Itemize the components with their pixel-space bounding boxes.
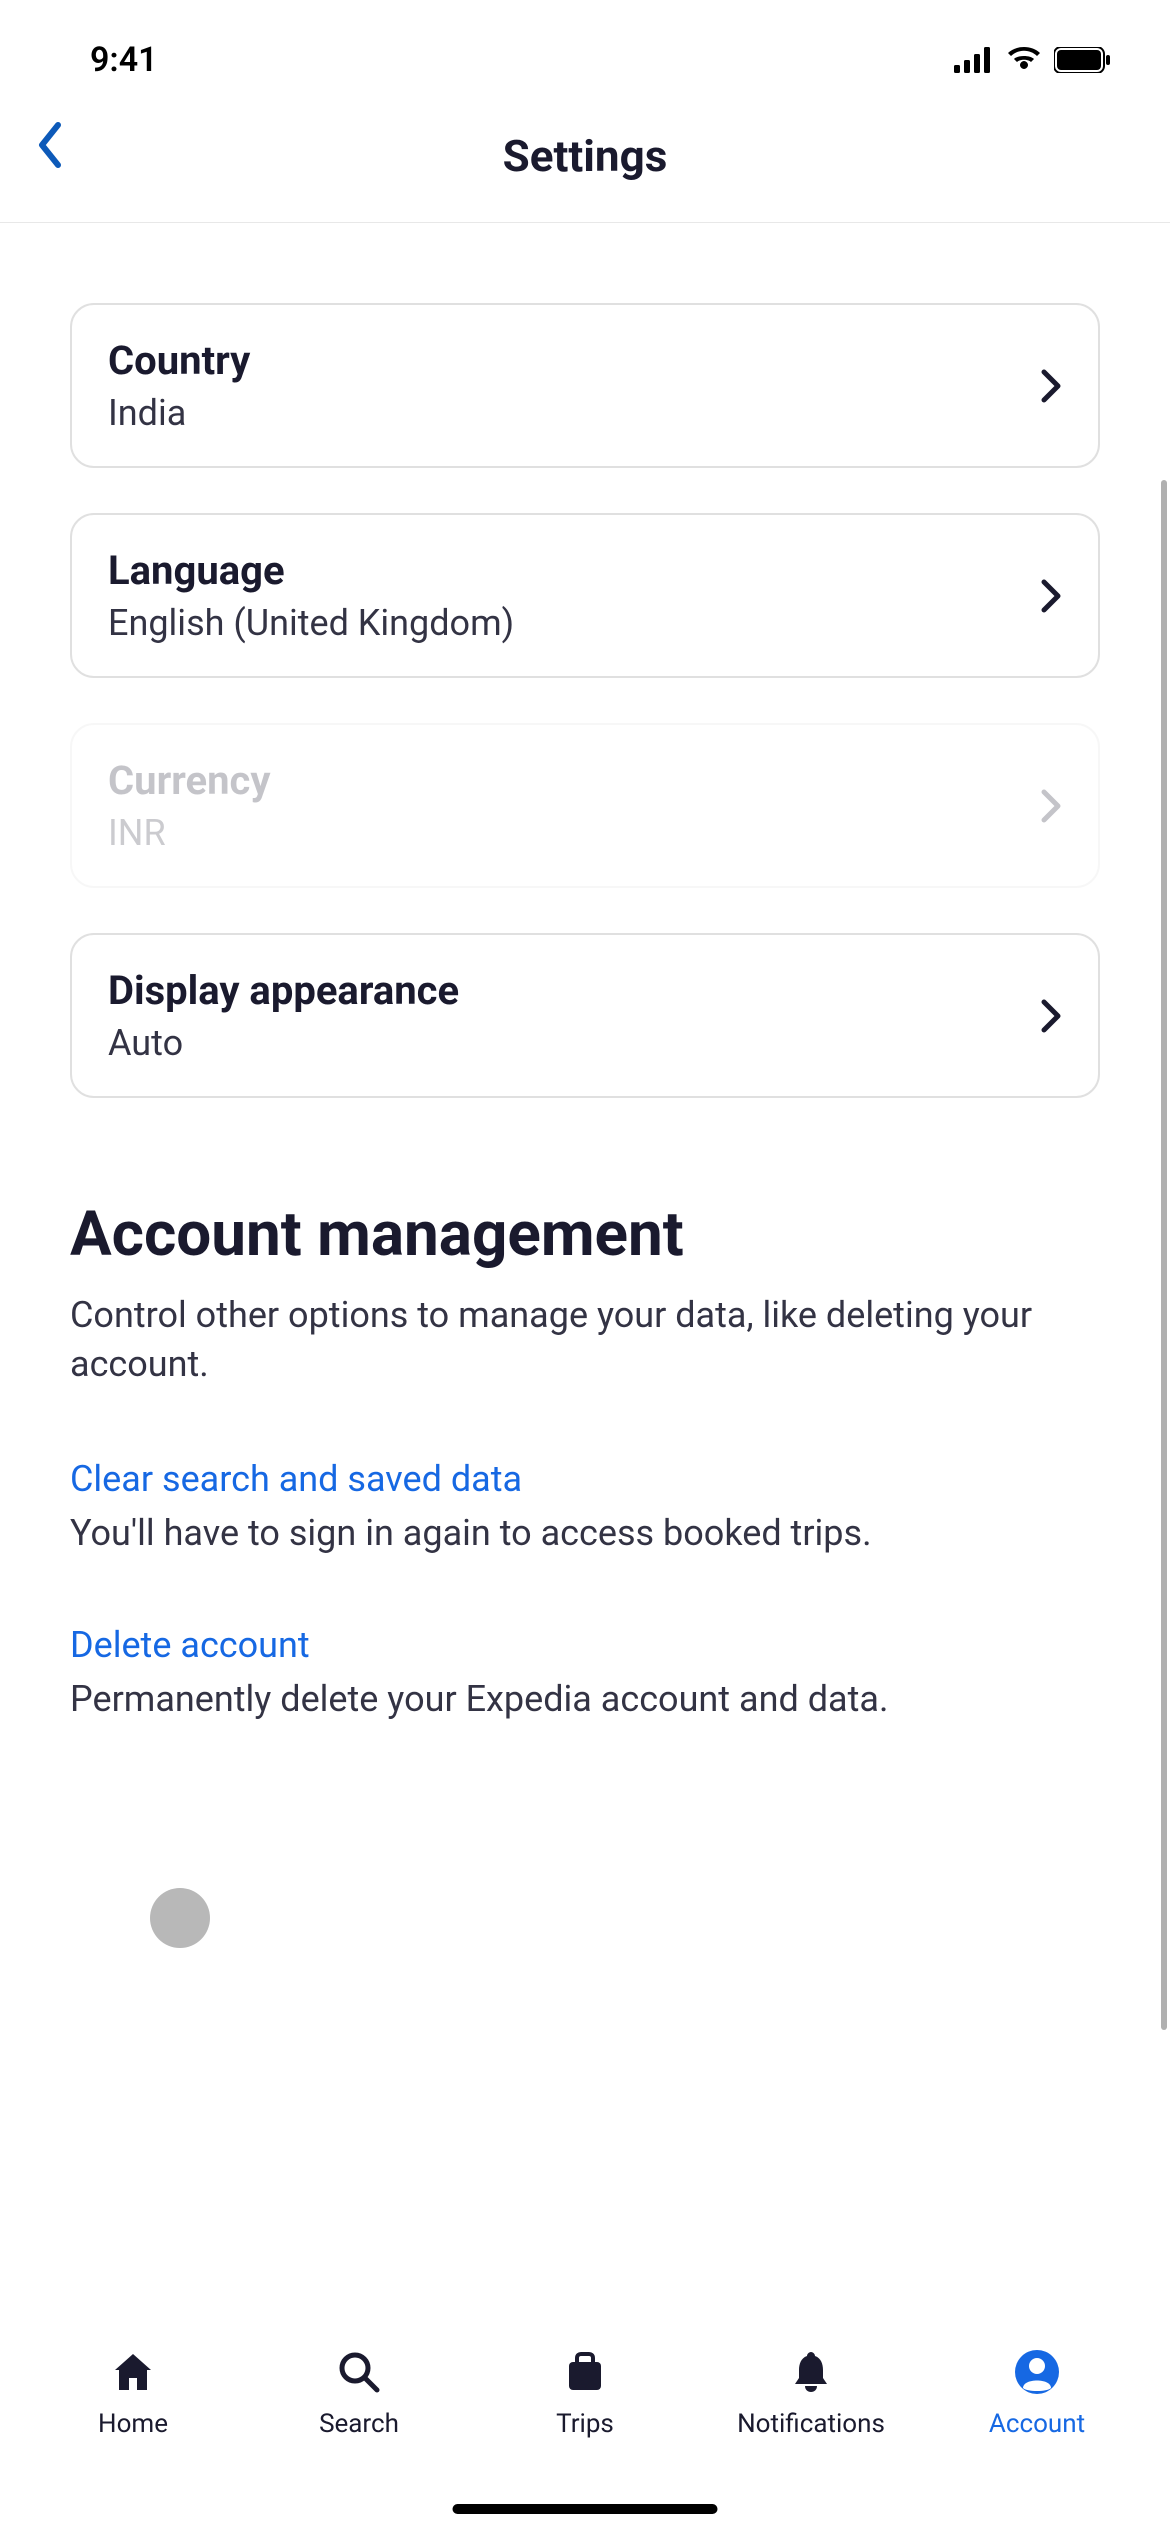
delete-account-link[interactable]: Delete account <box>70 1624 1100 1666</box>
clear-data-description: You'll have to sign in again to access b… <box>70 1512 1100 1554</box>
home-icon <box>108 2347 158 2397</box>
tab-account[interactable]: Account <box>947 2347 1127 2439</box>
tab-trips-label: Trips <box>556 2409 614 2439</box>
country-value: India <box>108 392 1040 434</box>
status-time: 9:41 <box>90 40 158 80</box>
search-icon <box>334 2347 384 2397</box>
clear-data-link[interactable]: Clear search and saved data <box>70 1458 1100 1500</box>
account-management-description: Control other options to manage your dat… <box>70 1291 1100 1388</box>
language-title: Language <box>108 547 1040 594</box>
chevron-right-icon <box>1040 578 1062 614</box>
language-setting[interactable]: Language English (United Kingdom) <box>70 513 1100 678</box>
currency-setting: Currency INR <box>70 723 1100 888</box>
bell-icon <box>786 2347 836 2397</box>
status-icons <box>954 47 1110 73</box>
display-appearance-value: Auto <box>108 1022 1040 1064</box>
nav-title: Settings <box>30 130 1140 182</box>
chevron-left-icon <box>36 121 64 169</box>
chevron-right-icon <box>1040 368 1062 404</box>
delete-account-description: Permanently delete your Expedia account … <box>70 1678 1100 1720</box>
language-value: English (United Kingdom) <box>108 602 1040 644</box>
tab-bar: Home Search Trips Notifications <box>0 2317 1170 2532</box>
language-text: Language English (United Kingdom) <box>108 547 1040 644</box>
country-setting[interactable]: Country India <box>70 303 1100 468</box>
scroll-indicator[interactable] <box>1161 480 1167 2030</box>
status-bar: 9:41 <box>0 0 1170 100</box>
tab-home-label: Home <box>98 2409 168 2439</box>
chevron-right-icon <box>1040 788 1062 824</box>
tab-home[interactable]: Home <box>43 2347 223 2439</box>
display-appearance-title: Display appearance <box>108 967 1040 1014</box>
tab-account-label: Account <box>989 2409 1085 2439</box>
currency-title: Currency <box>108 757 1040 804</box>
cellular-icon <box>954 47 994 73</box>
tab-notifications[interactable]: Notifications <box>721 2347 901 2439</box>
tab-notifications-label: Notifications <box>737 2409 885 2439</box>
chevron-right-icon <box>1040 998 1062 1034</box>
currency-text: Currency INR <box>108 757 1040 854</box>
battery-icon <box>1054 47 1110 73</box>
display-appearance-text: Display appearance Auto <box>108 967 1040 1064</box>
tab-search[interactable]: Search <box>269 2347 449 2439</box>
account-icon <box>1012 2347 1062 2397</box>
tab-search-label: Search <box>319 2409 399 2439</box>
currency-value: INR <box>108 812 1040 854</box>
back-button[interactable] <box>25 120 75 170</box>
trips-icon <box>560 2347 610 2397</box>
wifi-icon <box>1006 47 1042 73</box>
nav-bar: Settings <box>0 100 1170 223</box>
settings-content: Country India Language English (United K… <box>0 223 1170 1720</box>
country-title: Country <box>108 337 1040 384</box>
touch-indicator <box>150 1888 210 1948</box>
home-indicator[interactable] <box>453 2504 718 2514</box>
account-management-heading: Account management <box>70 1198 1100 1271</box>
country-text: Country India <box>108 337 1040 434</box>
tab-trips[interactable]: Trips <box>495 2347 675 2439</box>
display-appearance-setting[interactable]: Display appearance Auto <box>70 933 1100 1098</box>
